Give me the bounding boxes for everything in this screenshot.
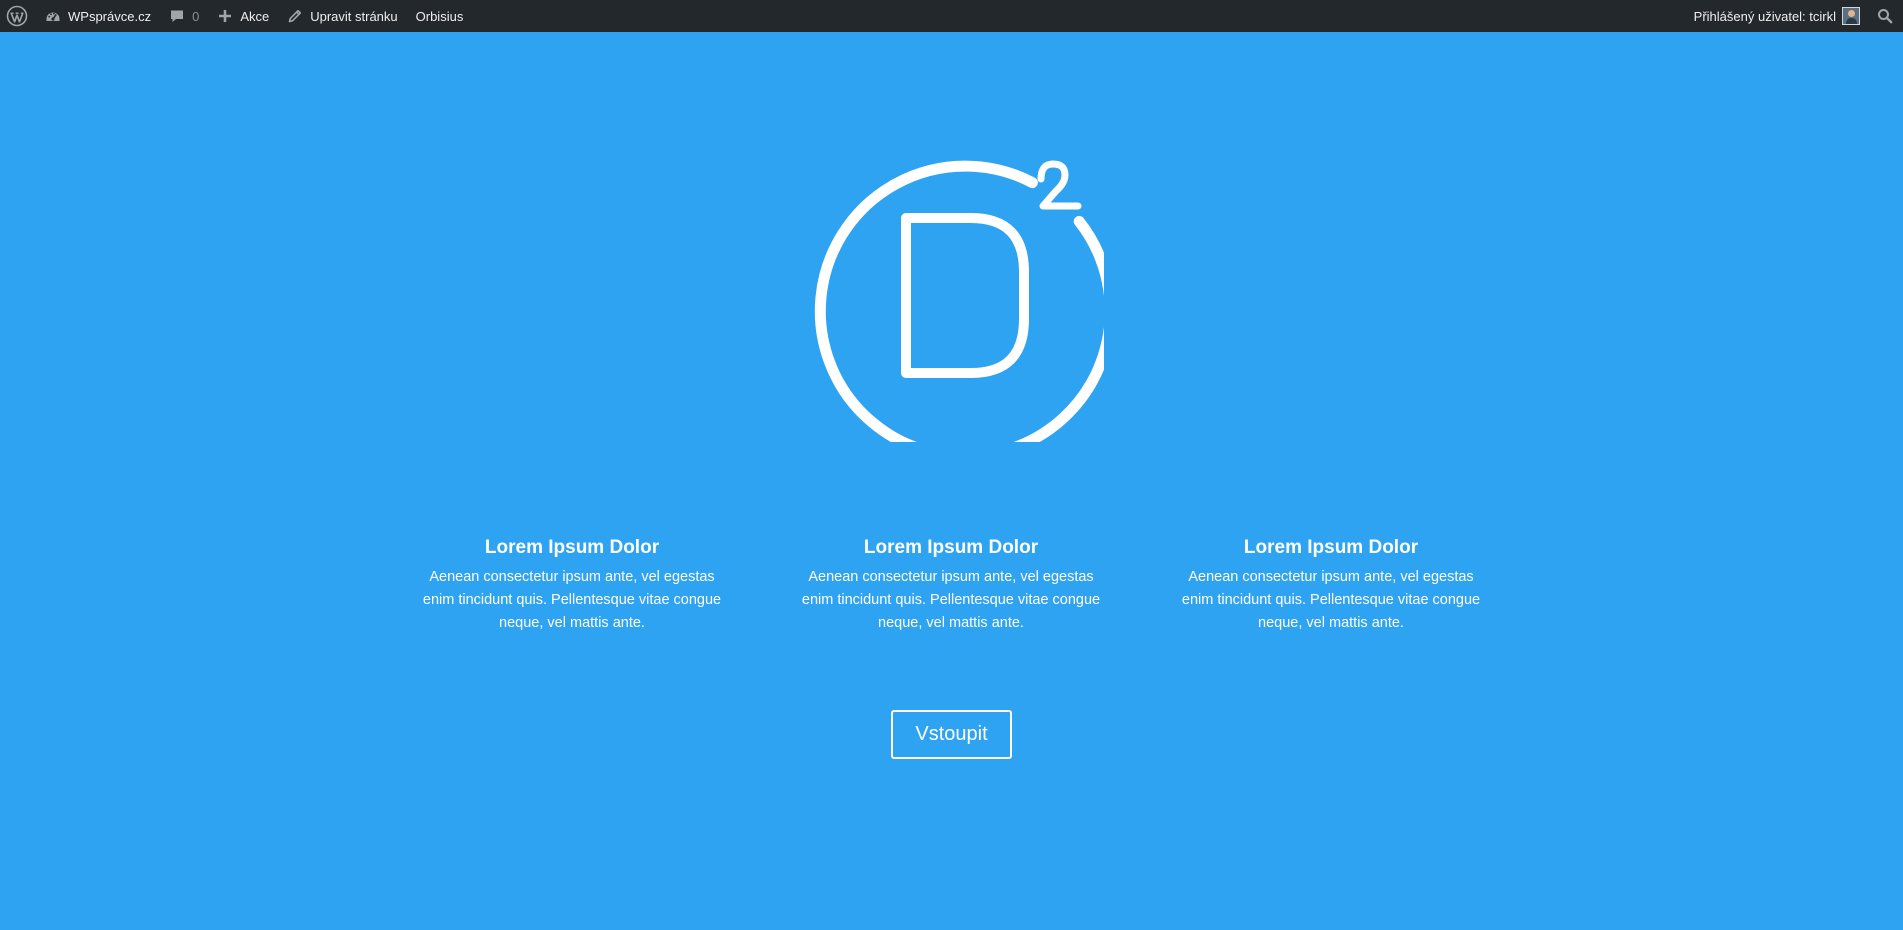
site-name-label: WPsprávce.cz <box>68 8 152 24</box>
admin-bar-search[interactable] <box>1869 0 1903 32</box>
avatar <box>1842 7 1860 25</box>
features-row: Lorem Ipsum Dolor Aenean consectetur ips… <box>0 534 1903 654</box>
feature-title: Lorem Ipsum Dolor <box>863 537 1039 558</box>
enter-button[interactable]: Vstoupit <box>891 710 1012 759</box>
feature-column: Lorem Ipsum Dolor Aenean consectetur ips… <box>412 534 732 635</box>
admin-bar-right: Přihlášený uživatel: tcirkl <box>1685 0 1903 32</box>
feature-title: Lorem Ipsum Dolor <box>484 537 660 558</box>
account-label: Přihlášený uživatel: tcirkl <box>1693 8 1836 24</box>
search-icon <box>1877 8 1893 24</box>
admin-bar: WPsprávce.cz 0 Akce Upravit stránku Orbi… <box>0 0 1903 32</box>
new-content-label: Akce <box>240 8 270 24</box>
orbisius-label: Orbisius <box>415 8 464 24</box>
comments-count: 0 <box>192 8 200 24</box>
comment-bubble-icon <box>169 8 185 24</box>
admin-bar-left: WPsprávce.cz 0 Akce Upravit stránku Orbi… <box>0 0 472 32</box>
edit-page-link[interactable]: Upravit stránku <box>278 0 406 32</box>
plus-icon <box>217 8 233 24</box>
my-account-menu[interactable]: Přihlášený uživatel: tcirkl <box>1685 0 1869 32</box>
edit-page-label: Upravit stránku <box>310 8 398 24</box>
dashboard-gauge-icon <box>45 8 61 24</box>
feature-text: Aenean consectetur ipsum ante, vel egest… <box>1181 569 1481 631</box>
feature-column: Lorem Ipsum Dolor Aenean consectetur ips… <box>1171 534 1491 635</box>
site-name-menu[interactable]: WPsprávce.cz <box>36 0 160 32</box>
pencil-icon <box>287 8 303 24</box>
feature-text: Aenean consectetur ipsum ante, vel egest… <box>801 569 1101 631</box>
new-content-menu[interactable]: Akce <box>208 0 278 32</box>
divi-d-squared-logo-icon <box>800 138 1116 462</box>
feature-column: Lorem Ipsum Dolor Aenean consectetur ips… <box>791 534 1111 635</box>
wordpress-icon <box>6 5 28 27</box>
wp-logo-menu[interactable] <box>0 0 36 32</box>
feature-text: Aenean consectetur ipsum ante, vel egest… <box>422 569 722 631</box>
feature-title: Lorem Ipsum Dolor <box>1243 537 1419 558</box>
comments-menu[interactable]: 0 <box>160 0 208 32</box>
orbisius-menu[interactable]: Orbisius <box>407 0 473 32</box>
